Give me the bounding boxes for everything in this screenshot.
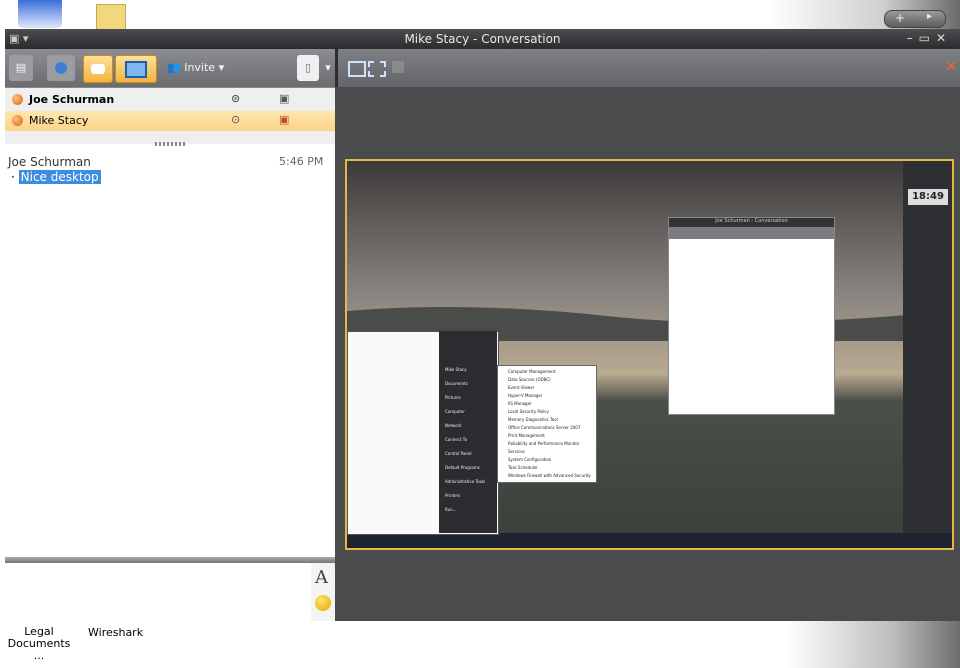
submenu-item[interactable]: IIS Manager — [508, 401, 532, 406]
start-menu-item[interactable]: Control Panel — [445, 451, 472, 456]
maximize-icon: ▭ — [918, 31, 936, 45]
submenu-item[interactable]: Task Scheduler — [508, 465, 538, 470]
participant-list: Joe Schurman ⊙ ▣ Mike Stacy ⊙ ▣ — [5, 87, 335, 144]
submenu-item[interactable]: Reliability and Performance Monitor — [508, 441, 579, 446]
close-icon: ✕ — [935, 31, 952, 45]
send-file-button[interactable]: ▯ — [297, 55, 319, 81]
message-time: 5:46 PM — [279, 155, 324, 168]
submenu-item[interactable]: Hyper-V Manager — [508, 393, 543, 398]
shared-desktop-view[interactable]: 18:49 Joe Schurman - Conversation Mike S… — [345, 159, 954, 550]
more-options-button[interactable]: ▾ — [323, 55, 333, 81]
start-menu-item[interactable]: Connect To — [445, 437, 467, 442]
audio-button[interactable] — [47, 55, 75, 81]
monitor-icon — [125, 61, 147, 78]
sharing-toolbar: ✕ — [335, 49, 960, 87]
invite-label: Invite — [184, 61, 216, 74]
add-people-icon: 👥 — [167, 61, 181, 74]
desktop-status-icon: ▣ — [279, 92, 290, 105]
fit-to-window-icon[interactable] — [348, 61, 366, 77]
window-controls[interactable]: –▭✕ — [907, 31, 952, 45]
input-tools: A — [311, 563, 335, 621]
control-icon[interactable] — [392, 61, 404, 73]
start-menu-item[interactable]: Printers — [445, 493, 460, 498]
desktop-clock: 18:49 — [908, 189, 948, 205]
inner-window-title: Joe Schurman - Conversation — [669, 218, 834, 227]
presence-icon — [12, 94, 23, 105]
left-pane: ▤ 👥 Invite ▾ ▯ ▾ Joe Schurman ⊙ ▣ Mike S… — [5, 49, 335, 621]
submenu-item[interactable]: Windows Firewall with Advanced Security — [508, 473, 591, 478]
submenu-item[interactable]: Memory Diagnostics Tool — [508, 417, 558, 422]
window-title: Mike Stacy - Conversation — [404, 32, 561, 46]
im-status-icon: ⊙ — [231, 113, 241, 126]
desktop-bottom-strip: Legal Documents ... Wireshark — [0, 621, 960, 668]
start-menu-item[interactable]: Computer — [445, 409, 465, 414]
submenu-item[interactable]: Print Management — [508, 433, 545, 438]
desktop-status-icon: ▣ — [279, 113, 290, 126]
im-status-icon: ⊙ — [231, 92, 241, 105]
participant-row[interactable]: Mike Stacy ⊙ ▣ — [5, 111, 335, 131]
start-menu-item[interactable]: Default Programs — [445, 465, 480, 470]
submenu-item[interactable]: Office Communications Server 2007 — [508, 425, 580, 430]
start-menu-item[interactable]: Run... — [445, 507, 456, 512]
desktop-shortcut[interactable]: Legal Documents ... — [4, 626, 74, 662]
sharing-pane: ✕ 18:49 Joe Schurman - Conversation Mike… — [335, 49, 960, 621]
microphone-icon — [55, 62, 67, 74]
message-body: Nice desktop — [18, 170, 101, 184]
participant-row[interactable]: Joe Schurman ⊙ ▣ — [5, 90, 335, 110]
start-menu-item[interactable]: Network — [445, 423, 462, 428]
chat-bubble-icon — [91, 64, 105, 74]
message-sender: Joe Schurman — [8, 155, 91, 169]
start-menu-item[interactable]: Documents — [445, 381, 468, 386]
message-history: Joe Schurman 5:46 PM · Nice desktop — [5, 149, 335, 559]
conversation-window: ▣ ▾ Mike Stacy - Conversation –▭✕ ▤ 👥 In… — [5, 29, 960, 621]
chevron-down-icon: ▾ — [218, 61, 225, 74]
start-menu-item[interactable]: Mike Stacy — [445, 367, 467, 372]
title-bar: ▣ ▾ Mike Stacy - Conversation –▭✕ — [5, 29, 960, 49]
start-menu-right: Mike Stacy Documents Pictures Computer N… — [439, 331, 497, 533]
minimize-icon: – — [906, 31, 919, 45]
submenu-item[interactable]: Computer Management — [508, 369, 556, 374]
share-desktop-button[interactable] — [115, 55, 157, 83]
desktop-top-strip: + ▸ — [0, 0, 960, 30]
submenu-item[interactable]: Local Security Policy — [508, 409, 549, 414]
invite-button[interactable]: 👥 Invite ▾ — [161, 55, 247, 81]
splitter-handle[interactable] — [155, 142, 185, 146]
desktop-icon-left[interactable] — [18, 0, 62, 28]
submenu-item[interactable]: Services — [508, 449, 525, 454]
participant-name: Joe Schurman — [29, 93, 115, 106]
full-screen-icon[interactable] — [368, 61, 386, 77]
emoticon-icon[interactable] — [315, 595, 331, 611]
im-button[interactable] — [83, 55, 113, 83]
presence-icon — [12, 115, 23, 126]
message-input[interactable] — [5, 563, 312, 621]
message-text: · Nice desktop — [11, 170, 101, 184]
stop-sharing-icon[interactable]: ✕ — [945, 59, 957, 75]
desktop-shortcut[interactable]: Wireshark — [88, 626, 143, 639]
inner-conversation-window: Joe Schurman - Conversation — [668, 217, 835, 415]
submenu-item[interactable]: System Configuration — [508, 457, 551, 462]
contacts-button[interactable]: ▤ — [9, 55, 33, 81]
sidebar-controls[interactable]: + ▸ — [884, 10, 946, 28]
folder-icon[interactable] — [96, 4, 126, 30]
submenu-item[interactable]: Data Sources (ODBC) — [508, 377, 551, 382]
start-menu-item[interactable]: Pictures — [445, 395, 461, 400]
participant-name: Mike Stacy — [29, 114, 89, 127]
conversation-toolbar: ▤ 👥 Invite ▾ ▯ ▾ — [5, 49, 335, 87]
submenu-item[interactable]: Event Viewer — [508, 385, 534, 390]
font-button[interactable]: A — [315, 567, 328, 588]
admin-tools-submenu: Computer Management Data Sources (ODBC) … — [497, 365, 597, 483]
start-menu-item[interactable]: Administrative Tools — [445, 479, 485, 484]
